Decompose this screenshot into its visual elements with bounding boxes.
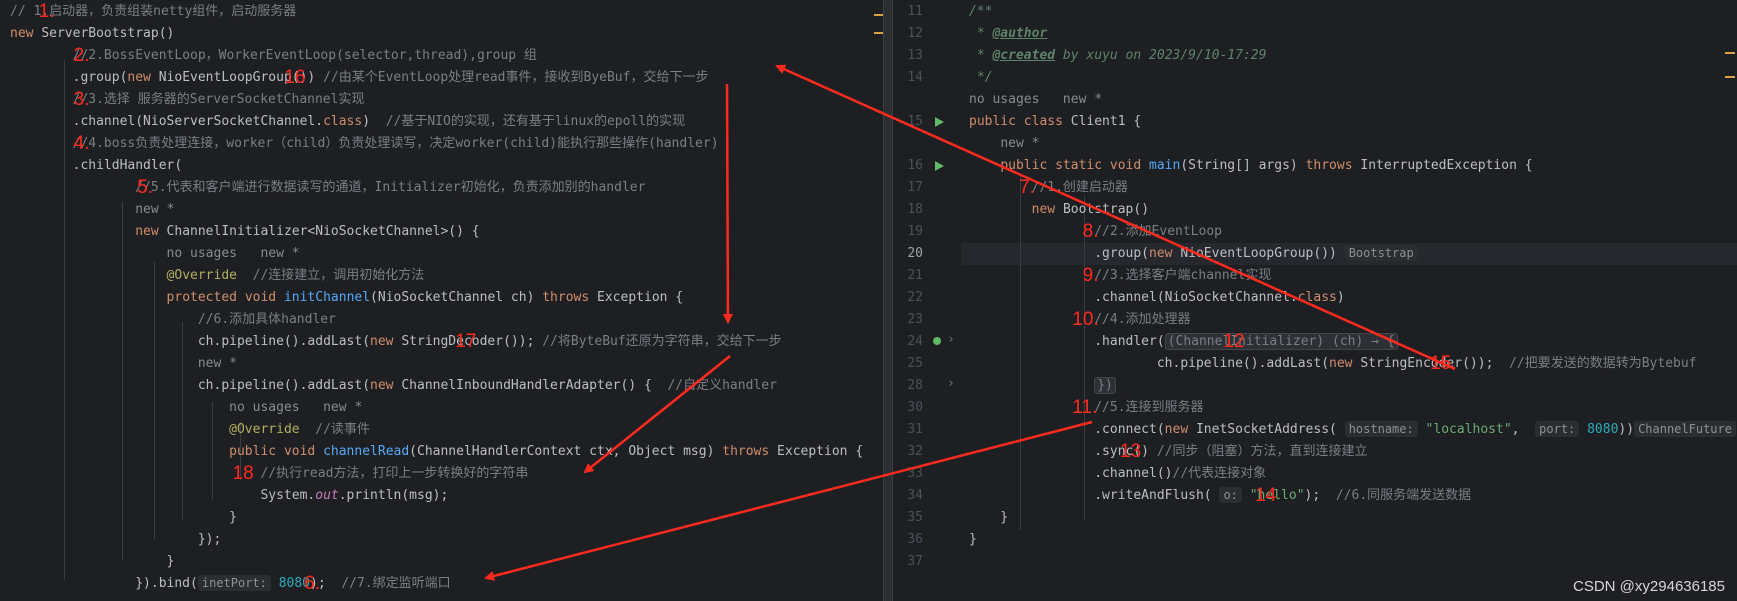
step-annotation: 12: [1223, 331, 1245, 352]
step-annotation: 18: [232, 463, 254, 484]
step-annotation: 2.: [73, 45, 90, 66]
step-annotation: 6.: [304, 573, 320, 594]
step-annotation: 5.: [137, 177, 154, 198]
step-annotation: 13: [1120, 441, 1142, 462]
step-annotation: 10.: [1072, 309, 1099, 330]
step-annotation: 3.: [73, 89, 90, 110]
step-annotation: 16: [284, 67, 306, 88]
arrow-15-to-16: [775, 64, 1456, 371]
step-annotation: 11.: [1072, 397, 1098, 418]
step-annotation: 15.: [1430, 353, 1457, 374]
annotation-arrows: [484, 64, 1456, 581]
step-annotation: 4.: [73, 133, 90, 154]
step-annotation: 14: [1255, 485, 1277, 506]
arrow-11-to-6: [484, 420, 1093, 581]
arrow-16-to-17: [722, 83, 733, 324]
step-annotation: 8.: [1082, 221, 1099, 242]
step-annotation: 9.: [1082, 265, 1099, 286]
step-annotation: 1.: [38, 1, 55, 22]
step-annotation: 7.: [1019, 177, 1035, 198]
step-annotation: 17: [455, 331, 477, 352]
csdn-watermark: CSDN @xy294636185: [1573, 578, 1725, 595]
arrow-17-to-18: [583, 355, 731, 474]
